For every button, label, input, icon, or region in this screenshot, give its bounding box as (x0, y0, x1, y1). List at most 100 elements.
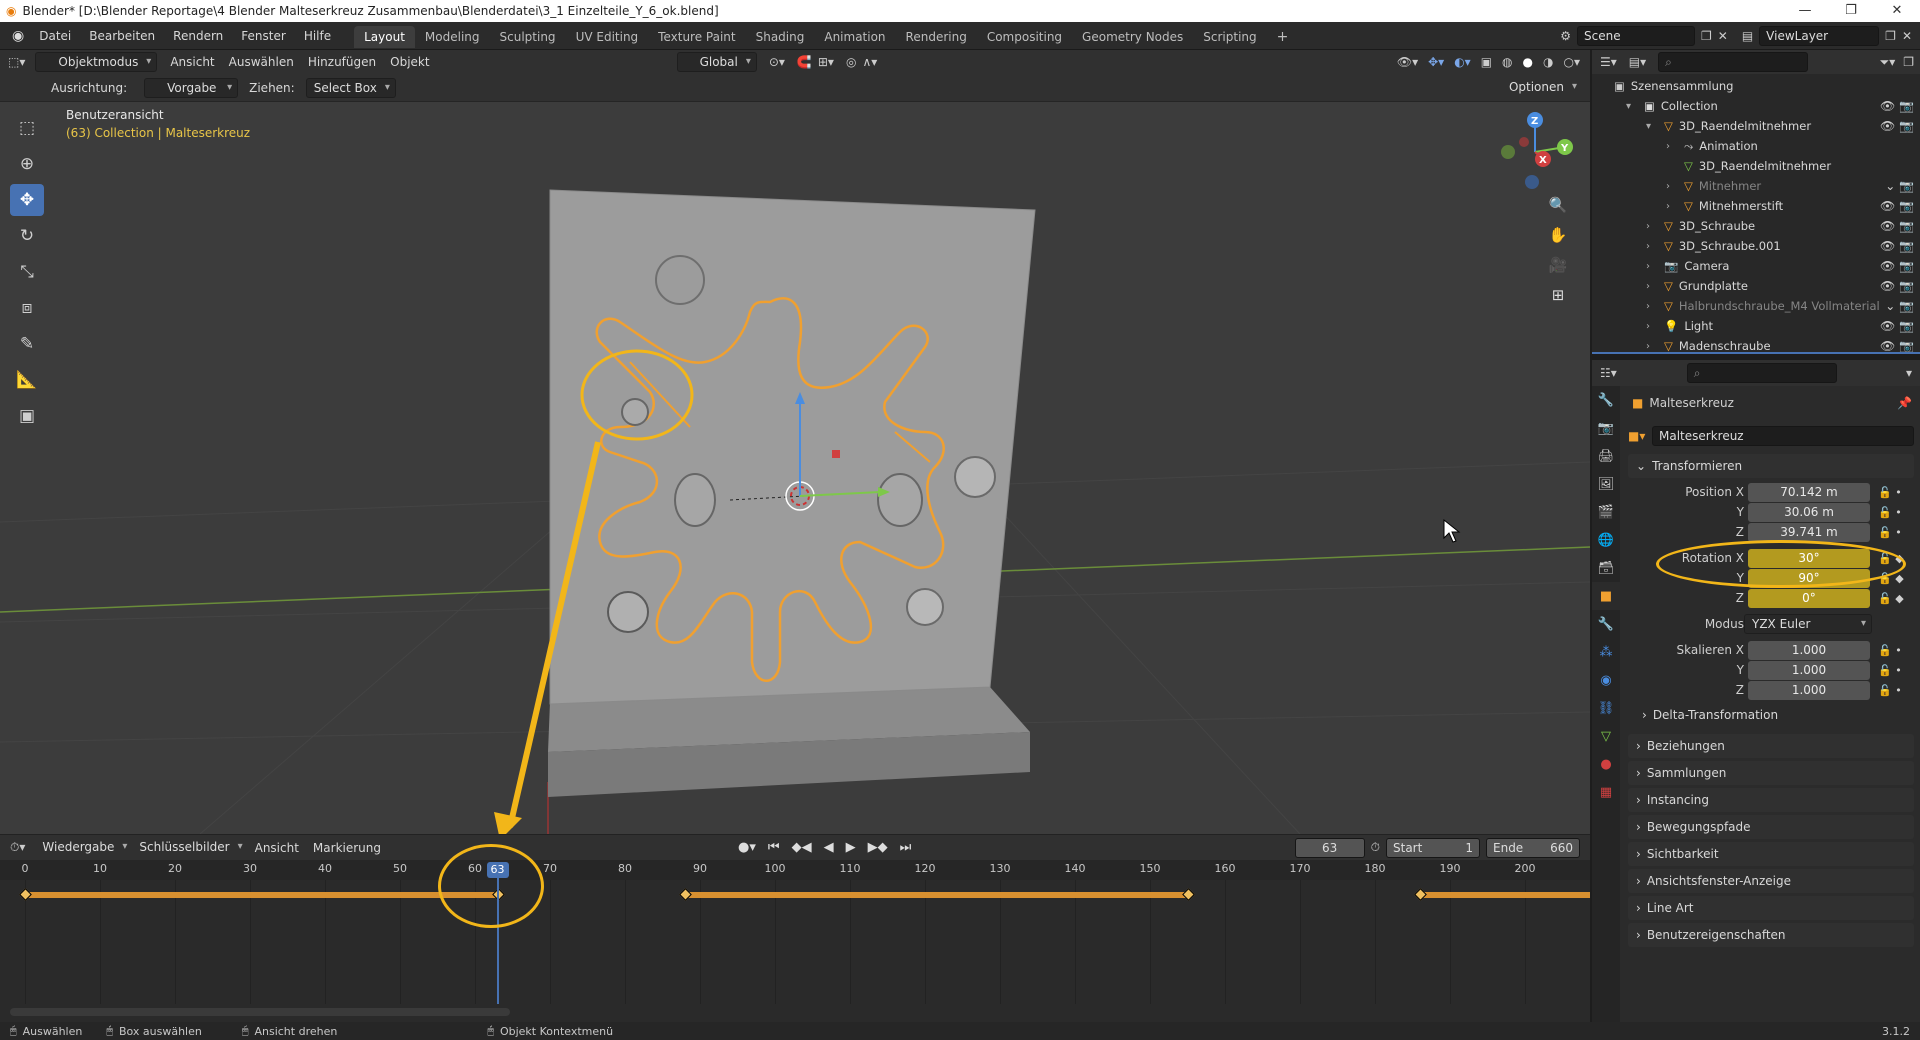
menu-fenster[interactable]: Fenster (232, 22, 295, 50)
tab-sculpting[interactable]: Sculpting (490, 26, 566, 48)
chevron-right-icon[interactable]: › (1646, 281, 1658, 292)
outliner-item[interactable]: › 📷 Camera 👁 📷 (1592, 256, 1920, 276)
outliner-item[interactable]: › ⤳ Animation (1592, 136, 1920, 156)
menu-rendern[interactable]: Rendern (164, 22, 232, 50)
collapsed-panel-header[interactable]: › Instancing (1628, 788, 1914, 812)
tab-shading[interactable]: Shading (746, 26, 815, 48)
position-z-field[interactable]: 39.741 m (1748, 522, 1870, 542)
rotation-mode-dropdown[interactable]: YZX Euler (1744, 614, 1872, 634)
outliner-item[interactable]: › ▽ 3D_Schraube.001 👁 📷 (1592, 236, 1920, 256)
rotate-tool-icon[interactable]: ↻ (10, 220, 44, 252)
add-workspace-button[interactable]: + (1267, 26, 1299, 48)
select-box-tool-icon[interactable]: ⬚ (10, 112, 44, 144)
end-frame-field[interactable]: Ende 660 (1486, 837, 1580, 858)
collapsed-panel-header[interactable]: › Line Art (1628, 896, 1914, 920)
new-view-layer-icon[interactable]: ❐ (1885, 29, 1896, 43)
visibility-toggle-icon[interactable]: 👁 📷 (1880, 199, 1914, 213)
record-icon[interactable]: ●▾ (738, 840, 756, 855)
collection-tab-icon[interactable]: 🗃 (1592, 554, 1620, 582)
menu-timeline-ansicht[interactable]: Ansicht (248, 841, 306, 855)
keyframe-diamond[interactable] (679, 888, 692, 901)
lock-icon[interactable]: 🔓 • (1878, 684, 1902, 697)
snap-target-icon[interactable]: ⊞▾ (818, 55, 834, 69)
outliner-item[interactable]: › 💡 Light 👁 📷 (1592, 316, 1920, 336)
overlay-toggle-icon[interactable]: ◐▾ (1454, 55, 1471, 69)
pivot-icon[interactable]: ⊙▾ (769, 55, 785, 69)
scene-field[interactable]: Scene (1577, 25, 1695, 46)
scale-y-field[interactable]: 1.000 (1748, 660, 1870, 680)
tab-animation[interactable]: Animation (814, 26, 895, 48)
outliner-item[interactable]: › ▽ Grundplatte 👁 📷 (1592, 276, 1920, 296)
chevron-right-icon[interactable]: › (1646, 261, 1658, 272)
lock-icon[interactable]: 🔓 • (1878, 486, 1902, 499)
pin-icon[interactable]: 📌 (1897, 396, 1912, 410)
visibility-toggle-icon[interactable]: 👁 📷 (1880, 219, 1914, 233)
new-collection-icon[interactable]: ❐ (1903, 55, 1914, 69)
maximize-button[interactable]: ❐ (1828, 0, 1874, 22)
rotation-z-field[interactable]: 0° (1748, 588, 1870, 608)
close-button[interactable]: ✕ (1874, 0, 1920, 22)
collapsed-panel-header[interactable]: › Beziehungen (1628, 734, 1914, 758)
stopwatch-icon[interactable]: ⏱ (1371, 840, 1380, 855)
move-gizmo-x-handle[interactable] (832, 450, 840, 458)
jump-start-icon[interactable]: ⏮ (768, 840, 780, 855)
outliner-item[interactable]: › ▽ 3D_Schraube 👁 📷 (1592, 216, 1920, 236)
visibility-icon[interactable]: 👁▾ (1397, 55, 1418, 69)
object-name-field[interactable]: Malteserkreuz (1652, 426, 1914, 446)
transform-tool-icon[interactable]: ⧈ (10, 292, 44, 324)
object-datablock-icon[interactable]: ■▾ (1628, 429, 1652, 443)
solid-shading-icon[interactable]: ● (1523, 55, 1533, 69)
mode-dropdown[interactable]: Objektmodus (35, 52, 158, 72)
outliner-item[interactable]: ▽ 3D_Raendelmitnehmer (1592, 156, 1920, 176)
outliner-item[interactable]: › ▽ Halbrundschraube_M4 Vollmaterial ⌄ 📷 (1592, 296, 1920, 316)
current-frame-field[interactable]: 63 (1294, 837, 1365, 858)
lock-icon[interactable]: 🔓 • (1878, 526, 1902, 539)
jump-end-icon[interactable]: ⏭ (900, 840, 912, 855)
data-tab-icon[interactable]: ▽ (1592, 722, 1620, 750)
lock-icon[interactable]: 🔓 • (1878, 664, 1902, 677)
rendered-shading-icon[interactable]: ○▾ (1564, 55, 1581, 69)
camera-view-icon[interactable]: 🎥 (1545, 252, 1571, 278)
outliner-item[interactable]: ▾ ▣ Collection 👁 📷 (1592, 96, 1920, 116)
next-keyframe-icon[interactable]: ▶◆ (868, 840, 888, 855)
gizmo-toggle-icon[interactable]: ✥▾ (1428, 55, 1444, 69)
timeline-scrollbar[interactable] (10, 1008, 510, 1016)
menu-bearbeiten[interactable]: Bearbeiten (80, 22, 164, 50)
texture-tab-icon[interactable]: ▦ (1592, 778, 1620, 806)
pan-hand-icon[interactable]: ✋ (1545, 222, 1571, 248)
visibility-toggle-icon[interactable]: 👁 📷 (1880, 99, 1914, 113)
collapsed-panel-header[interactable]: › Bewegungspfade (1628, 815, 1914, 839)
physics-tab-icon[interactable]: ◉ (1592, 666, 1620, 694)
xray-icon[interactable]: ▣ (1481, 55, 1492, 69)
properties-search-input[interactable]: ⌕ (1686, 363, 1837, 383)
filter-icon[interactable]: ⏷▾ (1880, 55, 1896, 70)
chevron-right-icon[interactable]: › (1646, 301, 1658, 312)
menu-datei[interactable]: Datei (30, 22, 80, 50)
lock-icon[interactable]: 🔓 • (1878, 506, 1902, 519)
blender-menu-icon[interactable]: ◉ (6, 28, 30, 44)
outliner-root[interactable]: ▣ Szenensammlung (1592, 76, 1920, 96)
new-scene-icon[interactable]: ❐ (1701, 29, 1712, 43)
position-y-field[interactable]: 30.06 m (1748, 502, 1870, 522)
material-shading-icon[interactable]: ◑ (1543, 55, 1553, 69)
outliner-item[interactable]: › ▽ Mitnehmerstift 👁 📷 (1592, 196, 1920, 216)
start-frame-field[interactable]: Start 1 (1386, 837, 1480, 858)
measure-tool-icon[interactable]: 📐 (10, 364, 44, 396)
visibility-toggle-icon[interactable]: ⌄ 📷 (1885, 179, 1914, 193)
visibility-toggle-icon[interactable]: 👁 📷 (1880, 239, 1914, 253)
play-icon[interactable]: ▶ (846, 840, 856, 855)
tool-tab-icon[interactable]: 🔧 (1592, 386, 1620, 414)
visibility-toggle-icon[interactable]: 👁 📷 (1880, 319, 1914, 333)
menu-hilfe[interactable]: Hilfe (295, 22, 340, 50)
timeline-editor-type-icon[interactable]: ⏱▾ (10, 840, 25, 855)
editor-type-icon[interactable]: ⬚▾ (8, 55, 25, 69)
move-tool-icon[interactable]: ✥ (10, 184, 44, 216)
menu-objekt[interactable]: Objekt (383, 55, 436, 69)
options-dropdown[interactable]: Optionen (1502, 78, 1582, 98)
tab-texture-paint[interactable]: Texture Paint (648, 26, 745, 48)
position-x-field[interactable]: 70.142 m (1748, 482, 1870, 502)
transform-panel-header[interactable]: ⌄ Transformieren (1628, 454, 1914, 478)
orientation-dropdown[interactable]: Vorgabe (144, 77, 239, 98)
constraints-tab-icon[interactable]: ⛓ (1592, 694, 1620, 722)
menu-ansicht[interactable]: Ansicht (163, 55, 221, 69)
